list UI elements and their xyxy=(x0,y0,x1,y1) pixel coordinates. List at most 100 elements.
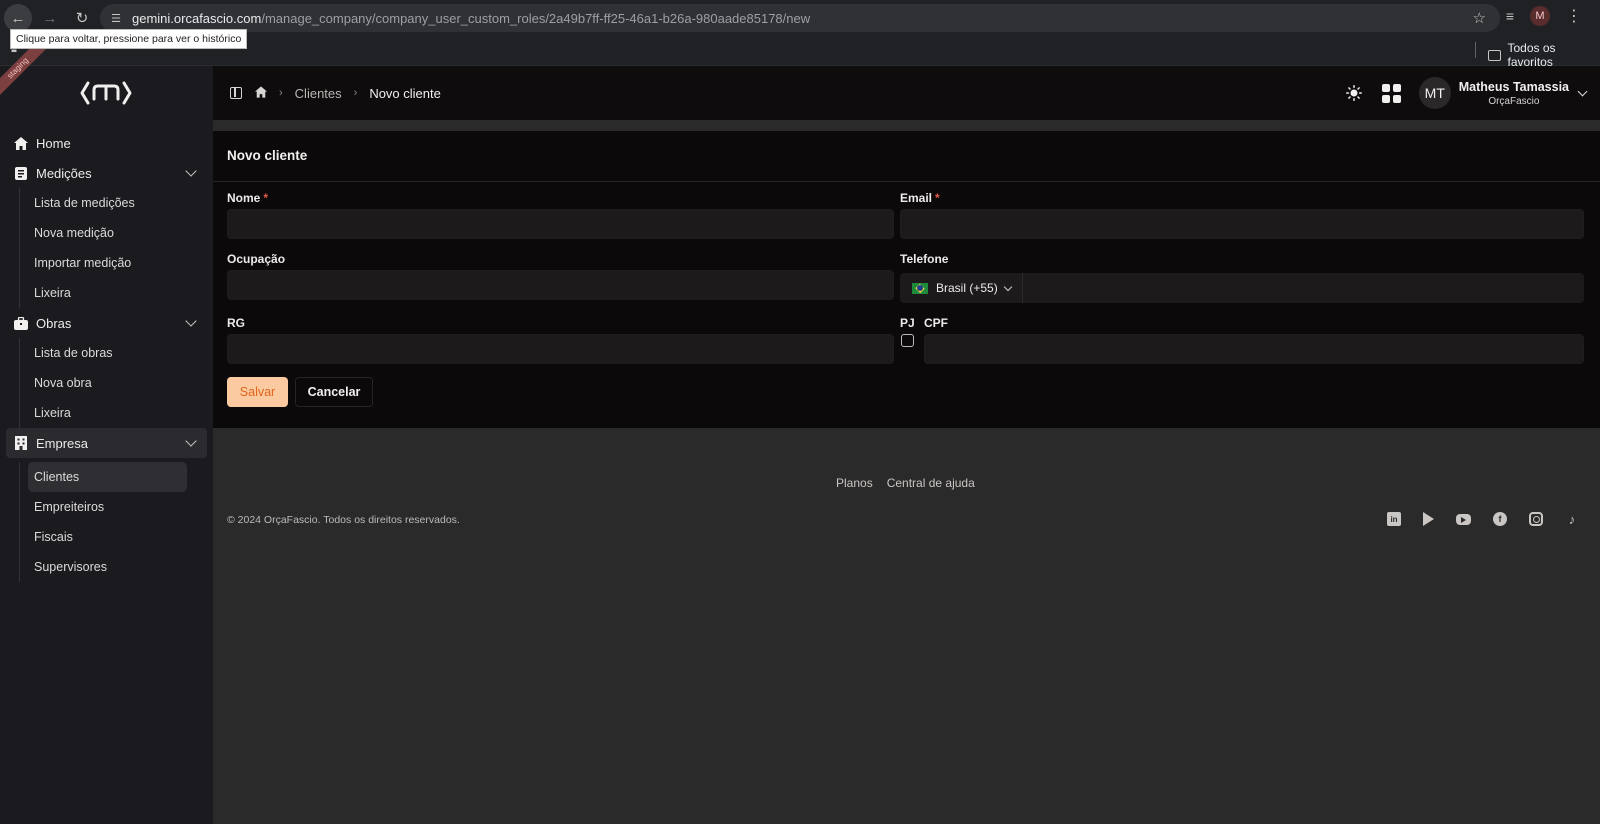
chevron-down-icon[interactable] xyxy=(1577,86,1588,96)
breadcrumb-separator-icon: › xyxy=(279,87,283,99)
sidebar-subitem-lista-obras[interactable]: Lista de obras xyxy=(20,338,213,368)
form-title: Novo cliente xyxy=(227,148,308,163)
breadcrumb-separator-icon: › xyxy=(353,87,358,99)
back-arrow-icon[interactable]: ← xyxy=(4,4,32,32)
sidebar-item-empresa[interactable]: Empresa xyxy=(6,428,207,458)
sidebar-subitem-fiscais[interactable]: Fiscais xyxy=(20,522,213,552)
bookmark-folder-label: Todos os favoritos xyxy=(1507,41,1556,69)
brazil-flag-icon xyxy=(912,282,928,294)
nome-input[interactable] xyxy=(227,209,894,239)
app-topbar: › Clientes › Novo cliente MT Matheus Tam… xyxy=(213,66,1600,120)
nome-label: Nome * xyxy=(227,191,268,205)
chevron-down-icon xyxy=(1003,282,1012,291)
new-client-form: Novo cliente Nome * Email * Ocupação Telef… xyxy=(213,131,1600,428)
sidebar-subitem-supervisores[interactable]: Supervisores xyxy=(20,552,213,582)
rg-input[interactable] xyxy=(227,334,894,364)
bookmark-star-icon[interactable]: ☆ xyxy=(1473,9,1486,27)
bookmark-divider xyxy=(1475,42,1476,58)
email-input[interactable] xyxy=(900,209,1584,239)
user-avatar[interactable]: MT xyxy=(1418,77,1451,109)
sidebar-subitem-nova-medicao[interactable]: Nova medição xyxy=(20,218,213,248)
logo-icon[interactable] xyxy=(80,79,132,107)
sidebar-subitem-lixeira-obras[interactable]: Lixeira xyxy=(20,398,213,428)
toggle-sidebar-icon[interactable] xyxy=(230,87,242,99)
sidebar-nav: Home Medições Lista de medições Nova med… xyxy=(0,128,213,582)
sidebar-subitem-clientes[interactable]: Clientes xyxy=(28,462,187,492)
building-icon xyxy=(14,436,28,450)
obras-submenu: Lista de obras Nova obra Lixeira xyxy=(19,338,213,428)
medicoes-submenu: Lista de medições Nova medição Importar … xyxy=(19,188,213,308)
sidebar-item-label: Home xyxy=(36,135,71,151)
footer-link-planos[interactable]: Planos xyxy=(836,476,873,490)
chevron-down-icon[interactable] xyxy=(185,165,197,177)
pj-checkbox[interactable] xyxy=(901,334,914,347)
reading-list-icon[interactable]: ≡ xyxy=(1506,8,1514,24)
country-code-label: Brasil (+55) xyxy=(936,281,998,295)
google-play-icon[interactable] xyxy=(1423,512,1434,526)
sidebar-item-home[interactable]: Home xyxy=(0,128,213,158)
chevron-down-icon[interactable] xyxy=(185,435,197,447)
ocupacao-input[interactable] xyxy=(227,270,894,300)
user-menu[interactable]: Matheus Tamassia OrçaFascio xyxy=(1459,80,1569,107)
sidebar-subitem-lixeira-medicoes[interactable]: Lixeira xyxy=(20,278,213,308)
back-tooltip: Clique para voltar, pressione para ver o… xyxy=(10,29,248,49)
empresa-submenu: Clientes Empreiteiros Fiscais Supervisor… xyxy=(19,462,213,582)
sidebar: staging Home Medições Lista de medições … xyxy=(0,32,213,824)
cpf-label: CPF xyxy=(924,316,948,330)
header-gap xyxy=(213,120,1600,131)
copyright: © 2024 OrçaFascio. Todos os direitos res… xyxy=(227,514,460,526)
telefone-field: Brasil (+55) xyxy=(900,273,1584,303)
email-label: Email * xyxy=(900,191,940,205)
divider xyxy=(213,181,1600,182)
breadcrumb-current: Novo cliente xyxy=(369,85,441,101)
tiktok-icon[interactable]: ♪ xyxy=(1565,512,1579,527)
reload-icon[interactable]: ↻ xyxy=(68,4,96,32)
nome-label-text: Nome xyxy=(227,191,261,205)
theme-toggle-icon[interactable] xyxy=(1345,85,1362,101)
youtube-icon[interactable] xyxy=(1456,514,1471,525)
linkedin-icon[interactable]: in xyxy=(1387,512,1401,526)
url-path: /manage_company/company_user_custom_role… xyxy=(261,10,811,26)
required-marker: * xyxy=(935,191,940,205)
user-company: OrçaFascio xyxy=(1488,95,1540,107)
user-name: Matheus Tamassia xyxy=(1458,79,1569,94)
chevron-down-icon[interactable] xyxy=(185,315,197,327)
save-button[interactable]: Salvar xyxy=(227,377,288,407)
url-text[interactable]: gemini.orcafascio.com/manage_company/com… xyxy=(132,11,810,26)
sidebar-item-label: Empresa xyxy=(36,435,89,451)
footer-link-central-ajuda[interactable]: Central de ajuda xyxy=(887,476,975,490)
site-info-icon[interactable]: ☰ xyxy=(108,10,124,26)
sidebar-item-label: Obras xyxy=(36,315,72,331)
forward-arrow-icon[interactable]: → xyxy=(36,4,64,32)
home-icon xyxy=(14,136,28,150)
sidebar-item-obras[interactable]: Obras xyxy=(0,308,213,338)
sidebar-subitem-empreiteiros[interactable]: Empreiteiros xyxy=(20,492,213,522)
sidebar-subitem-importar-medicao[interactable]: Importar medição xyxy=(20,248,213,278)
telefone-input[interactable] xyxy=(1023,273,1584,303)
sidebar-subitem-lista-medicoes[interactable]: Lista de medições xyxy=(20,188,213,218)
footer-links: Planos Central de ajuda xyxy=(836,476,975,490)
profile-avatar[interactable]: M xyxy=(1530,6,1550,26)
cancel-button[interactable]: Cancelar xyxy=(295,377,373,407)
home-icon[interactable] xyxy=(255,85,267,101)
email-label-text: Email xyxy=(900,191,933,205)
apps-grid-icon[interactable] xyxy=(1381,83,1401,103)
sidebar-subitem-nova-obra[interactable]: Nova obra xyxy=(20,368,213,398)
briefcase-icon xyxy=(14,316,28,330)
facebook-icon[interactable]: f xyxy=(1493,512,1507,526)
address-bar[interactable]: ☰ gemini.orcafascio.com/manage_company/c… xyxy=(100,4,1500,32)
instagram-icon[interactable] xyxy=(1529,512,1543,526)
browser-menu-icon[interactable]: ⋮ xyxy=(1566,6,1582,26)
pj-label: PJ xyxy=(900,316,915,330)
ocupacao-label: Ocupação xyxy=(227,252,286,266)
telefone-label: Telefone xyxy=(900,252,949,266)
country-code-select[interactable]: Brasil (+55) xyxy=(900,273,1023,303)
sidebar-item-medicoes[interactable]: Medições xyxy=(0,158,213,188)
sidebar-item-label: Medições xyxy=(36,165,92,181)
cpf-input[interactable] xyxy=(924,334,1584,364)
rg-label: RG xyxy=(227,316,245,330)
url-host: gemini.orcafascio.com xyxy=(132,10,262,26)
bookmark-folder[interactable]: Todos os favoritos xyxy=(1488,41,1600,69)
breadcrumb-clientes[interactable]: Clientes xyxy=(295,86,342,101)
social-links: in f ♪ xyxy=(1387,512,1579,527)
